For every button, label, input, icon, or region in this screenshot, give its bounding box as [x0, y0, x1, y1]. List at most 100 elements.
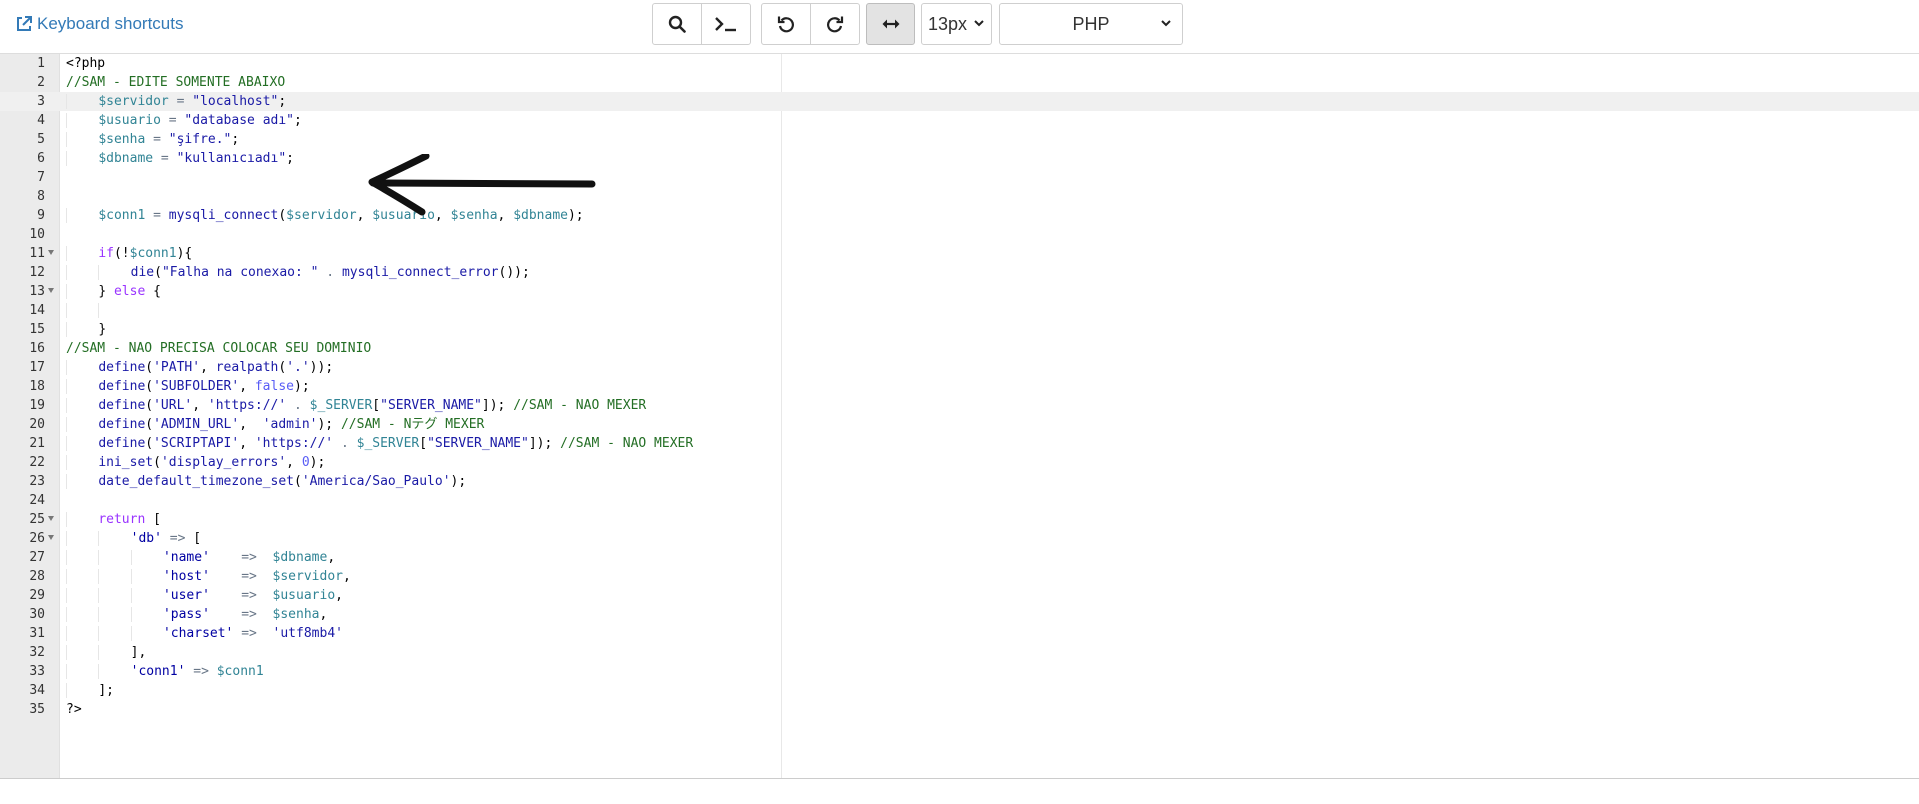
fold-toggle-icon[interactable] — [48, 535, 54, 540]
code-token: [ — [193, 531, 202, 546]
code-line[interactable]: 30 'pass' => $senha, — [0, 605, 1919, 624]
code-line[interactable]: 10 — [0, 225, 1919, 244]
code-line[interactable]: 20 define('ADMIN_URL', 'admin'); //SAM -… — [0, 415, 1919, 434]
indent-guide — [66, 569, 99, 584]
line-number: 1 — [37, 56, 45, 71]
code-token: "database adı" — [184, 113, 294, 128]
code-line[interactable]: 19 define('URL', 'https://' . $_SERVER["… — [0, 396, 1919, 415]
code-line[interactable]: 3 $servidor = "localhost"; — [0, 92, 1919, 111]
line-number: 9 — [37, 208, 45, 223]
code-line[interactable]: 12 die("Falha na conexao: " . mysqli_con… — [0, 263, 1919, 282]
code-token: "şifre." — [168, 132, 232, 147]
fold-toggle-icon[interactable] — [48, 250, 54, 255]
code-text: date_default_timezone_set('America/Sao_P… — [66, 472, 466, 491]
code-line[interactable]: 22 ini_set('display_errors', 0); — [0, 453, 1919, 472]
code-token: date_default_timezone_set — [98, 474, 294, 489]
code-token: 'name' — [162, 550, 210, 565]
line-number: 35 — [29, 702, 45, 717]
code-line[interactable]: 35 ?> — [0, 700, 1919, 719]
language-select[interactable]: PHP — [999, 3, 1183, 45]
code-line[interactable]: 9 $conn1 = mysqli_connect($servidor, $us… — [0, 206, 1919, 225]
code-line[interactable]: 8 — [0, 187, 1919, 206]
code-token: => — [161, 531, 194, 546]
word-wrap-toggle[interactable] — [866, 3, 915, 45]
indent-guide — [66, 284, 99, 299]
line-number: 15 — [29, 322, 45, 337]
code-line[interactable]: 11 if(!$conn1){ — [0, 244, 1919, 263]
line-number: 13 — [29, 284, 45, 299]
fold-toggle-icon[interactable] — [48, 288, 54, 293]
undo-button[interactable] — [761, 3, 811, 45]
redo-button[interactable] — [810, 3, 860, 45]
code-line[interactable]: 24 — [0, 491, 1919, 510]
code-token: => — [209, 569, 273, 584]
code-line[interactable]: 17 define('PATH', realpath('.')); — [0, 358, 1919, 377]
code-line[interactable]: 18 define('SUBFOLDER', false); — [0, 377, 1919, 396]
line-number: 22 — [29, 455, 45, 470]
code-token: . — [318, 265, 342, 280]
code-line[interactable]: 31 'charset' => 'utf8mb4' — [0, 624, 1919, 643]
line-number: 28 — [29, 569, 45, 584]
code-line[interactable]: 34 ]; — [0, 681, 1919, 700]
code-token: . — [286, 398, 310, 413]
code-token: = — [160, 113, 185, 128]
code-line[interactable]: 2 //SAM - EDITE SOMENTE ABAIXO — [0, 73, 1919, 92]
code-line[interactable]: 26 'db' => [ — [0, 529, 1919, 548]
code-token: 'ADMIN_URL' — [153, 417, 240, 432]
indent-guide — [130, 569, 163, 584]
code-token: [ — [145, 512, 161, 527]
code-token: ]; — [98, 683, 114, 698]
code-line[interactable]: 28 'host' => $servidor, — [0, 567, 1919, 586]
code-text — [66, 301, 131, 320]
line-number: 7 — [37, 170, 45, 185]
code-token: , — [239, 417, 263, 432]
code-token: = — [153, 151, 177, 166]
code-line[interactable]: 5 $senha = "şifre."; — [0, 130, 1919, 149]
indent-guide — [98, 303, 131, 318]
code-line[interactable]: 15 } — [0, 320, 1919, 339]
font-size-select[interactable]: 13px — [921, 3, 992, 45]
code-token: define — [98, 417, 146, 432]
terminal-button[interactable] — [701, 3, 751, 45]
horizontal-arrows-icon — [882, 19, 899, 29]
code-token: ( — [145, 379, 154, 394]
code-line[interactable]: 23 date_default_timezone_set('America/Sa… — [0, 472, 1919, 491]
code-text: $servidor = "localhost"; — [66, 92, 286, 111]
code-token: die — [130, 265, 155, 280]
line-number: 20 — [29, 417, 45, 432]
fold-toggle-icon[interactable] — [48, 516, 54, 521]
line-number: 25 — [29, 512, 45, 527]
indent-guide — [98, 664, 131, 679]
code-line[interactable]: 32 ], — [0, 643, 1919, 662]
indent-guide — [98, 569, 131, 584]
external-link-icon — [17, 16, 32, 31]
code-token: ; — [286, 151, 294, 166]
code-line[interactable]: 29 'user' => $usuario, — [0, 586, 1919, 605]
code-token: , — [200, 360, 216, 375]
code-line[interactable]: 16 //SAM - NAO PRECISA COLOCAR SEU DOMINI… — [0, 339, 1919, 358]
code-line[interactable]: 25 return [ — [0, 510, 1919, 529]
code-line[interactable]: 14 — [0, 301, 1919, 320]
code-text: 'charset' => 'utf8mb4' — [66, 624, 343, 643]
keyboard-shortcuts-link[interactable]: Keyboard shortcuts — [16, 14, 183, 34]
code-line[interactable]: 4 $usuario = "database adı"; — [0, 111, 1919, 130]
search-button[interactable] — [652, 3, 702, 45]
code-line[interactable]: 7 — [0, 168, 1919, 187]
keyboard-shortcuts-label: Keyboard shortcuts — [37, 14, 184, 33]
code-token: "Falha na conexao: " — [161, 265, 319, 280]
code-line[interactable]: 1 <?php — [0, 54, 1919, 73]
code-text: die("Falha na conexao: " . mysqli_connec… — [66, 263, 530, 282]
code-editor[interactable]: 1 <?php 2 //SAM - EDITE SOMENTE ABAIXO 3 $se… — [0, 53, 1919, 779]
code-line[interactable]: 21 define('SCRIPTAPI', 'https://' . $_SE… — [0, 434, 1919, 453]
code-token: '.' — [286, 360, 310, 375]
code-line[interactable]: 33 'conn1' => $conn1 — [0, 662, 1919, 681]
code-line[interactable]: 13 } else { — [0, 282, 1919, 301]
code-token: $senha — [98, 132, 146, 147]
code-text: $senha = "şifre."; — [66, 130, 239, 149]
code-token: , — [239, 379, 255, 394]
line-number: 16 — [29, 341, 45, 356]
code-line[interactable]: 6 $dbname = "kullanıcıadı"; — [0, 149, 1919, 168]
undo-icon — [777, 16, 794, 33]
code-line[interactable]: 27 'name' => $dbname, — [0, 548, 1919, 567]
indent-guide — [66, 588, 99, 603]
